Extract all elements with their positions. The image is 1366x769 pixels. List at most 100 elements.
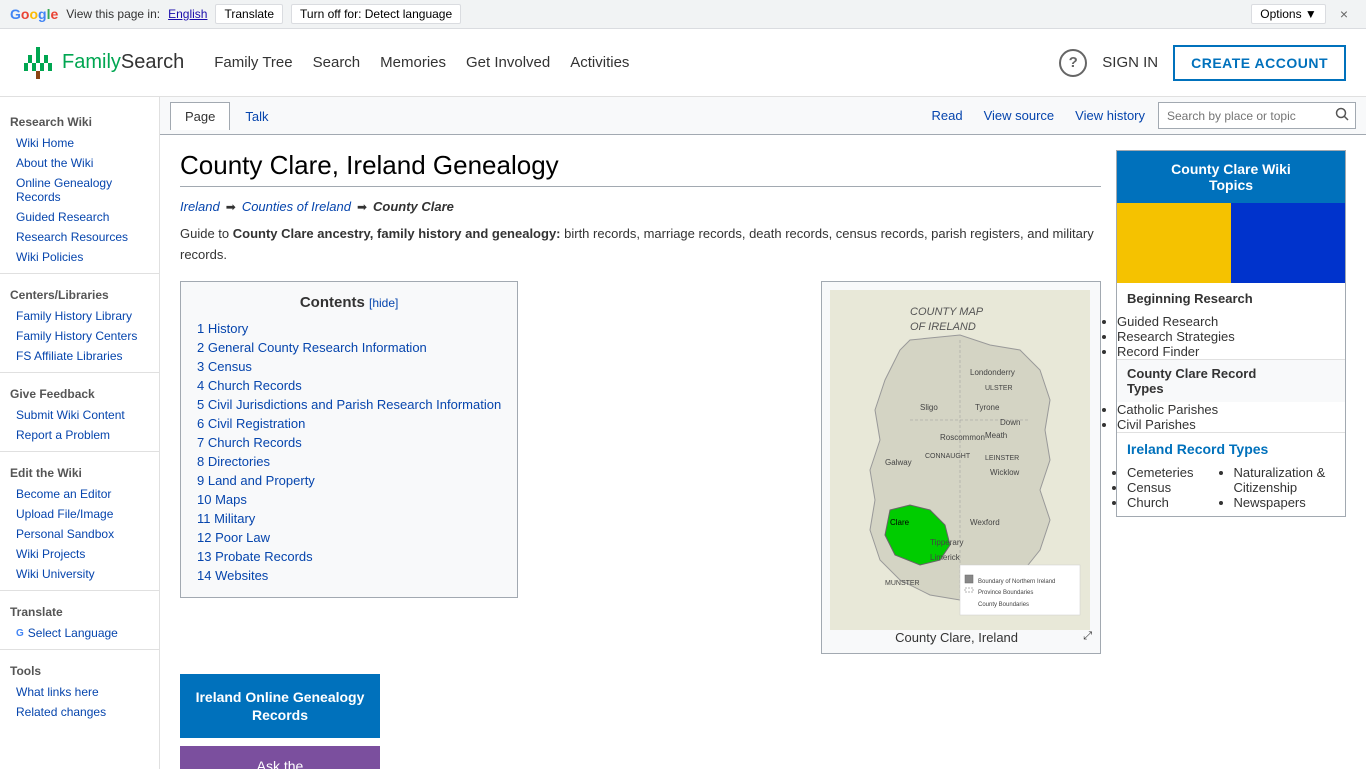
- list-item: Naturalization & Citizenship: [1234, 465, 1336, 495]
- map-expand-icon[interactable]: ⤢: [1083, 630, 1092, 643]
- nav-activities[interactable]: Activities: [570, 54, 629, 71]
- translate-options-button[interactable]: Options ▼: [1251, 4, 1326, 24]
- sidebar-item-about-wiki[interactable]: About the Wiki: [0, 153, 159, 173]
- sidebar-section-centers: Centers/Libraries: [0, 280, 159, 306]
- link-civil-parishes[interactable]: Civil Parishes: [1117, 417, 1196, 432]
- help-icon[interactable]: ?: [1059, 49, 1087, 77]
- sidebar-item-online-genealogy[interactable]: Online Genealogy Records: [0, 173, 159, 207]
- record-types-header: County Clare RecordTypes: [1117, 359, 1345, 402]
- ireland-genealogy-button[interactable]: Ireland Online GenealogyRecords: [180, 674, 380, 738]
- action-read[interactable]: Read: [924, 104, 971, 127]
- logo-icon: [20, 45, 56, 81]
- nav-family-tree[interactable]: Family Tree: [214, 54, 292, 71]
- wiki-search-button[interactable]: [1333, 105, 1351, 126]
- svg-text:Meath: Meath: [985, 431, 1007, 440]
- google-logo: Google: [10, 6, 58, 22]
- breadcrumb: Ireland ➡ Counties of Ireland ➡ County C…: [180, 199, 1101, 214]
- list-item: Newspapers: [1234, 495, 1336, 510]
- county-flag: [1117, 203, 1345, 283]
- svg-text:Clare: Clare: [890, 518, 910, 527]
- ireland-record-types-header: Ireland Record Types: [1117, 432, 1345, 465]
- sidebar-item-wiki-projects[interactable]: Wiki Projects: [0, 544, 159, 564]
- logo-text: FamilySearch: [62, 51, 184, 74]
- map-caption: County Clare, Ireland ⤢: [830, 630, 1092, 645]
- contents-link-land[interactable]: 9 Land and Property: [197, 473, 315, 488]
- ask-community-button[interactable]: Ask theCommunity: [180, 746, 380, 769]
- nav-search[interactable]: Search: [313, 54, 361, 71]
- tab-page[interactable]: Page: [170, 102, 230, 130]
- sidebar-item-wiki-policies[interactable]: Wiki Policies: [0, 247, 159, 267]
- turn-off-button[interactable]: Turn off for: Detect language: [291, 4, 461, 24]
- link-cemeteries[interactable]: Cemeteries: [1127, 465, 1193, 480]
- sidebar-section-translate: Translate: [0, 597, 159, 623]
- content-area: Page Talk Read View source View history: [160, 97, 1366, 769]
- contents-link-civil-jurisdictions[interactable]: 5 Civil Jurisdictions and Parish Researc…: [197, 397, 501, 412]
- sidebar-item-guided-research[interactable]: Guided Research: [0, 207, 159, 227]
- translate-close-button[interactable]: ×: [1332, 4, 1356, 24]
- svg-text:County Boundaries: County Boundaries: [978, 602, 1029, 608]
- link-naturalization[interactable]: Naturalization & Citizenship: [1234, 465, 1326, 495]
- breadcrumb-ireland[interactable]: Ireland: [180, 199, 220, 214]
- link-record-finder[interactable]: Record Finder: [1117, 344, 1199, 359]
- contents-link-military[interactable]: 11 Military: [197, 511, 255, 526]
- contents-hide-link[interactable]: [hide]: [369, 296, 398, 310]
- nav-get-involved[interactable]: Get Involved: [466, 54, 550, 71]
- logo[interactable]: FamilySearch: [20, 45, 184, 81]
- sidebar-item-what-links[interactable]: What links here: [0, 682, 159, 702]
- sign-in-button[interactable]: SIGN IN: [1102, 54, 1158, 71]
- wiki-sidebar: County Clare WikiTopics Beginning Resear…: [1116, 150, 1346, 769]
- contents-link-general[interactable]: 2 General County Research Information: [197, 340, 427, 355]
- link-newspapers[interactable]: Newspapers: [1234, 495, 1306, 510]
- translate-button[interactable]: Translate: [215, 4, 283, 24]
- sidebar-item-related-changes[interactable]: Related changes: [0, 702, 159, 722]
- contents-link-maps[interactable]: 10 Maps: [197, 492, 247, 507]
- contents-link-poor-law[interactable]: 12 Poor Law: [197, 530, 270, 545]
- tab-actions: Read View source View history: [924, 102, 1357, 129]
- contents-link-census[interactable]: 3 Census: [197, 359, 252, 374]
- page-tabs: Page Talk Read View source View history: [160, 97, 1366, 135]
- wiki-search-input[interactable]: [1163, 107, 1333, 125]
- sidebar-item-research-resources[interactable]: Research Resources: [0, 227, 159, 247]
- sidebar-item-become-editor[interactable]: Become an Editor: [0, 484, 159, 504]
- tab-talk[interactable]: Talk: [230, 102, 283, 130]
- contents-box: Contents [hide] 1 History 2 General Coun…: [180, 281, 518, 598]
- nav-memories[interactable]: Memories: [380, 54, 446, 71]
- contents-link-directories[interactable]: 8 Directories: [197, 454, 270, 469]
- list-item: Church: [1127, 495, 1229, 510]
- sidebar-item-personal-sandbox[interactable]: Personal Sandbox: [0, 524, 159, 544]
- top-nav: FamilySearch Family Tree Search Memories…: [0, 29, 1366, 97]
- contents-link-probate[interactable]: 13 Probate Records: [197, 549, 313, 564]
- sidebar-item-wiki-university[interactable]: Wiki University: [0, 564, 159, 584]
- link-guided-research[interactable]: Guided Research: [1117, 314, 1218, 329]
- contents-link-civil-reg[interactable]: 6 Civil Registration: [197, 416, 305, 431]
- sidebar-item-family-history-centers[interactable]: Family History Centers: [0, 326, 159, 346]
- list-item: 4 Church Records: [197, 376, 501, 395]
- sidebar-item-wiki-home[interactable]: Wiki Home: [0, 133, 159, 153]
- ireland-record-types-cols: Cemeteries Census Church Naturalization …: [1117, 465, 1345, 516]
- breadcrumb-counties[interactable]: Counties of Ireland: [242, 199, 351, 214]
- svg-text:Roscommon: Roscommon: [940, 433, 985, 442]
- link-research-strategies[interactable]: Research Strategies: [1117, 329, 1235, 344]
- sidebar-item-report-problem[interactable]: Report a Problem: [0, 425, 159, 445]
- sidebar-item-upload-file[interactable]: Upload File/Image: [0, 504, 159, 524]
- translate-language-link[interactable]: English: [168, 7, 207, 21]
- link-catholic-parishes[interactable]: Catholic Parishes: [1117, 402, 1218, 417]
- contents-link-websites[interactable]: 14 Websites: [197, 568, 268, 583]
- link-church[interactable]: Church: [1127, 495, 1169, 510]
- action-view-source[interactable]: View source: [976, 104, 1063, 127]
- sidebar-item-family-history-library[interactable]: Family History Library: [0, 306, 159, 326]
- link-census[interactable]: Census: [1127, 480, 1171, 495]
- sidebar-item-submit-wiki[interactable]: Submit Wiki Content: [0, 405, 159, 425]
- contents-link-history[interactable]: 1 History: [197, 321, 248, 336]
- list-item: Catholic Parishes: [1117, 402, 1345, 417]
- sidebar-item-select-language[interactable]: G Select Language: [0, 623, 159, 643]
- create-account-button[interactable]: CREATE ACCOUNT: [1173, 45, 1346, 81]
- wiki-sidebar-header: County Clare WikiTopics: [1117, 151, 1345, 203]
- sidebar-item-fs-affiliate[interactable]: FS Affiliate Libraries: [0, 346, 159, 366]
- svg-text:ULSTER: ULSTER: [985, 385, 1013, 392]
- list-item: 14 Websites: [197, 566, 501, 585]
- action-view-history[interactable]: View history: [1067, 104, 1153, 127]
- sidebar-divider-3: [0, 451, 159, 452]
- contents-link-church2[interactable]: 7 Church Records: [197, 435, 302, 450]
- contents-link-church1[interactable]: 4 Church Records: [197, 378, 302, 393]
